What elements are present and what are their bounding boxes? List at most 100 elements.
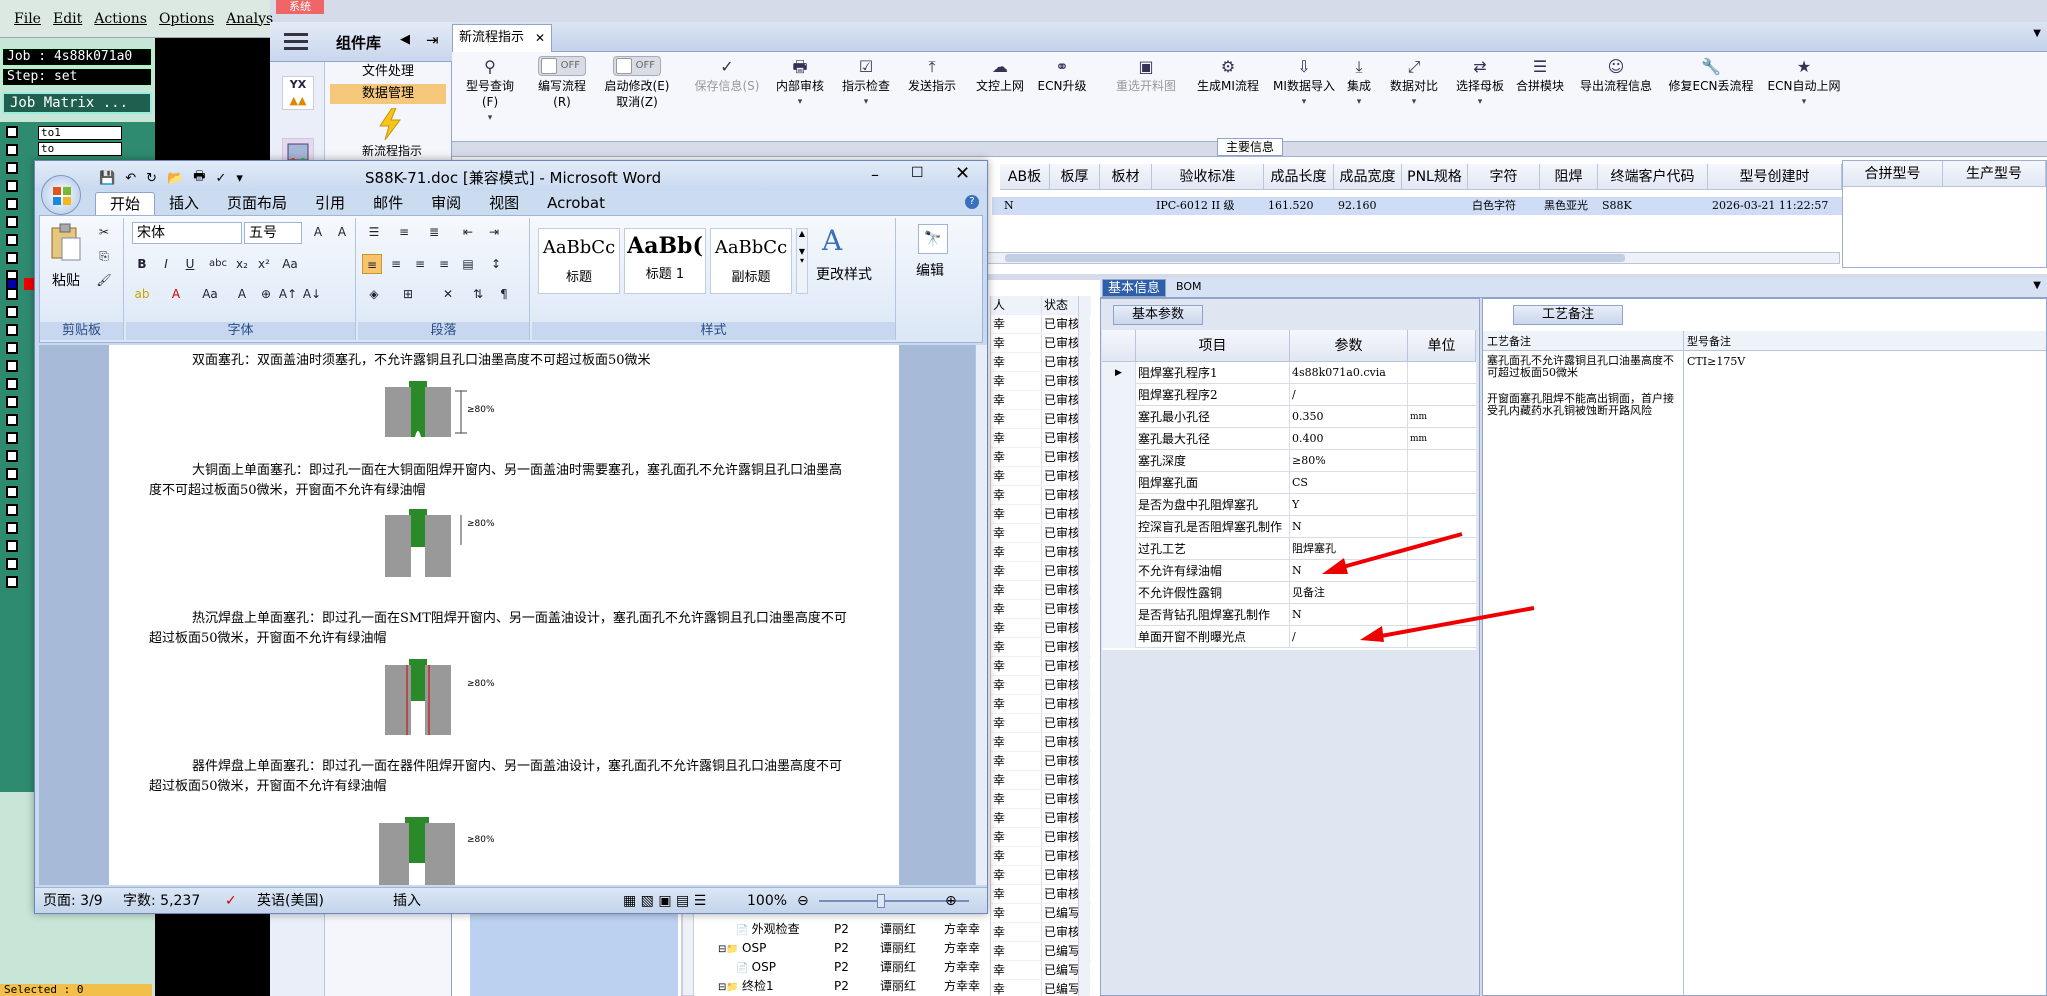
save-icon[interactable]: 💾 bbox=[99, 171, 115, 186]
toolbar-button-6[interactable]: ⤒ 发送指示 bbox=[904, 56, 960, 126]
office-button[interactable] bbox=[41, 175, 81, 215]
redo-icon[interactable]: ↻ bbox=[146, 171, 157, 186]
italic-icon[interactable]: I bbox=[156, 254, 176, 274]
status-row[interactable]: 幸已审核 bbox=[991, 543, 1091, 562]
param-row[interactable]: 塞孔深度 ≥80% bbox=[1102, 450, 1476, 472]
tab-process-notes[interactable]: 工艺备注 bbox=[1513, 305, 1623, 325]
decrease-indent-icon[interactable]: ⇤ bbox=[458, 222, 478, 242]
status-row[interactable]: 幸已审核 bbox=[991, 714, 1091, 733]
lightning-icon[interactable] bbox=[376, 107, 404, 141]
status-row[interactable]: 幸已审核 bbox=[991, 771, 1091, 790]
info-cell[interactable]: 黑色亚光 bbox=[1540, 197, 1598, 215]
chevron-down-icon[interactable]: ▾ bbox=[488, 110, 493, 126]
info-cell[interactable]: IPC-6012 II 级 bbox=[1152, 197, 1264, 215]
complib-item-file[interactable]: 文件处理 bbox=[330, 62, 446, 82]
chevron-down-icon[interactable]: ▾ bbox=[1478, 94, 1483, 110]
tab-insert[interactable]: 插入 bbox=[155, 192, 213, 214]
minimize-button[interactable]: – bbox=[871, 165, 879, 184]
info-cell[interactable]: N bbox=[1000, 197, 1050, 215]
print-icon[interactable]: 🖶 bbox=[193, 167, 205, 189]
info-col-header[interactable]: 成品长度 bbox=[1264, 164, 1334, 190]
param-row[interactable]: 塞孔最小孔径 0.350 mm bbox=[1102, 406, 1476, 428]
matrix-cell[interactable] bbox=[6, 306, 18, 318]
info-col-header[interactable]: 成品宽度 bbox=[1334, 164, 1402, 190]
paste-button[interactable]: 粘贴 bbox=[52, 270, 80, 290]
hamburger-icon[interactable] bbox=[284, 32, 308, 50]
line-spacing-icon[interactable]: ↕ bbox=[486, 254, 506, 274]
menu-options[interactable]: Options bbox=[159, 11, 214, 27]
multilevel-icon[interactable]: ≣ bbox=[424, 222, 444, 242]
param-value[interactable]: ≥80% bbox=[1290, 450, 1408, 472]
toolbar-button-16[interactable]: ☺ 导出流程信息 bbox=[1576, 56, 1656, 126]
param-value[interactable]: Y bbox=[1290, 494, 1408, 516]
tab-basic-info[interactable]: 基本信息 bbox=[1102, 279, 1166, 297]
matrix-cell[interactable] bbox=[6, 522, 18, 534]
page-indicator[interactable]: 页面: 3/9 bbox=[43, 892, 103, 910]
status-row[interactable]: 幸已编写 bbox=[991, 961, 1091, 980]
bullets-icon[interactable]: ☰ bbox=[364, 222, 384, 242]
undo-icon[interactable]: ↶ bbox=[125, 171, 136, 186]
matrix-cell[interactable] bbox=[6, 234, 18, 246]
row-indicator[interactable] bbox=[1102, 450, 1136, 472]
matrix-cell[interactable] bbox=[6, 468, 18, 480]
new-flow-item[interactable]: 新流程指示 bbox=[356, 142, 428, 159]
info-col-header[interactable]: 验收标准 bbox=[1152, 164, 1264, 190]
row-indicator[interactable] bbox=[1102, 406, 1136, 428]
toolbar-button-13[interactable]: ⤢ 数据对比 ▾ bbox=[1384, 56, 1444, 126]
info-col-header[interactable]: 型号创建时 bbox=[1708, 164, 1842, 190]
matrix-cell[interactable] bbox=[6, 540, 18, 552]
matrix-cell[interactable] bbox=[6, 576, 18, 588]
tab-review[interactable]: 审阅 bbox=[417, 192, 475, 214]
toolbar-button-1[interactable]: OFF 编写流程(R) bbox=[530, 56, 594, 126]
toolbar-button-8[interactable]: ⚭ ECN升级 bbox=[1036, 56, 1088, 126]
chevron-down-icon[interactable]: ▼ bbox=[2033, 28, 2041, 39]
case-icon[interactable]: Aa bbox=[200, 284, 220, 304]
info-cell[interactable]: S88K bbox=[1598, 197, 1708, 215]
status-row[interactable]: 幸已审核 bbox=[991, 467, 1091, 486]
clear-format-icon[interactable]: A bbox=[332, 222, 352, 242]
bold-icon[interactable]: B bbox=[132, 254, 152, 274]
param-col-header[interactable]: 项目 bbox=[1136, 330, 1290, 362]
param-col-header[interactable]: 参数 bbox=[1290, 330, 1408, 362]
matrix-cell[interactable] bbox=[6, 198, 18, 210]
help-icon[interactable]: ? bbox=[965, 195, 979, 209]
menu-edit[interactable]: Edit bbox=[53, 11, 82, 27]
matrix-cell[interactable] bbox=[6, 486, 18, 498]
char-shading-icon[interactable]: A bbox=[232, 284, 252, 304]
change-styles-button[interactable]: 更改样式 bbox=[816, 264, 872, 284]
status-row[interactable]: 幸已审核 bbox=[991, 866, 1091, 885]
chevron-down-icon[interactable]: ▾ bbox=[1357, 94, 1362, 110]
zoom-slider-thumb[interactable] bbox=[877, 894, 885, 908]
status-row[interactable]: 幸已审核 bbox=[991, 429, 1091, 448]
menu-file[interactable]: File bbox=[14, 11, 41, 27]
align-right-icon[interactable]: ≡ bbox=[410, 254, 430, 274]
chevron-down-icon[interactable]: ▾ bbox=[1802, 94, 1807, 110]
status-row[interactable]: 幸已审核 bbox=[991, 600, 1091, 619]
borders-icon[interactable]: ⊞ bbox=[398, 284, 418, 304]
close-button[interactable]: ✕ bbox=[955, 163, 970, 184]
chevron-down-icon[interactable]: ▾ bbox=[236, 171, 243, 186]
layer-cell[interactable]: to1 bbox=[38, 126, 122, 140]
toolbar-button-3[interactable]: ✓ 保存信息(S) bbox=[688, 56, 766, 126]
status-row[interactable]: 幸已审核 bbox=[991, 695, 1091, 714]
info-cell[interactable] bbox=[1402, 197, 1468, 215]
distribute-icon[interactable]: ▤ bbox=[458, 254, 478, 274]
info-cell[interactable]: 2026-03-21 11:22:57 bbox=[1708, 197, 1842, 215]
status-row[interactable]: 幸已审核 bbox=[991, 448, 1091, 467]
numbering-icon[interactable]: ≡ bbox=[394, 222, 414, 242]
styles-scroll[interactable]: ▲ ▼ ▾ bbox=[796, 228, 808, 294]
status-row[interactable]: 幸已审核 bbox=[991, 372, 1091, 391]
status-row[interactable]: 幸已审核 bbox=[991, 809, 1091, 828]
status-row[interactable]: 幸已审核 bbox=[991, 752, 1091, 771]
vertical-scrollbar[interactable] bbox=[975, 345, 987, 885]
row-indicator[interactable] bbox=[1102, 626, 1136, 648]
chinese-layout-icon[interactable]: ✕ bbox=[438, 284, 458, 304]
param-value[interactable]: CS bbox=[1290, 472, 1408, 494]
yx-app-icon[interactable]: YX ▲▲ bbox=[282, 76, 314, 110]
row-indicator[interactable] bbox=[1102, 494, 1136, 516]
menu-actions[interactable]: Actions bbox=[94, 11, 147, 27]
system-tab[interactable]: 系统 bbox=[276, 0, 324, 14]
grow-font-icon[interactable]: A↑ bbox=[278, 284, 298, 304]
matrix-cell[interactable] bbox=[6, 396, 18, 408]
status-row[interactable]: 幸已审核 bbox=[991, 638, 1091, 657]
